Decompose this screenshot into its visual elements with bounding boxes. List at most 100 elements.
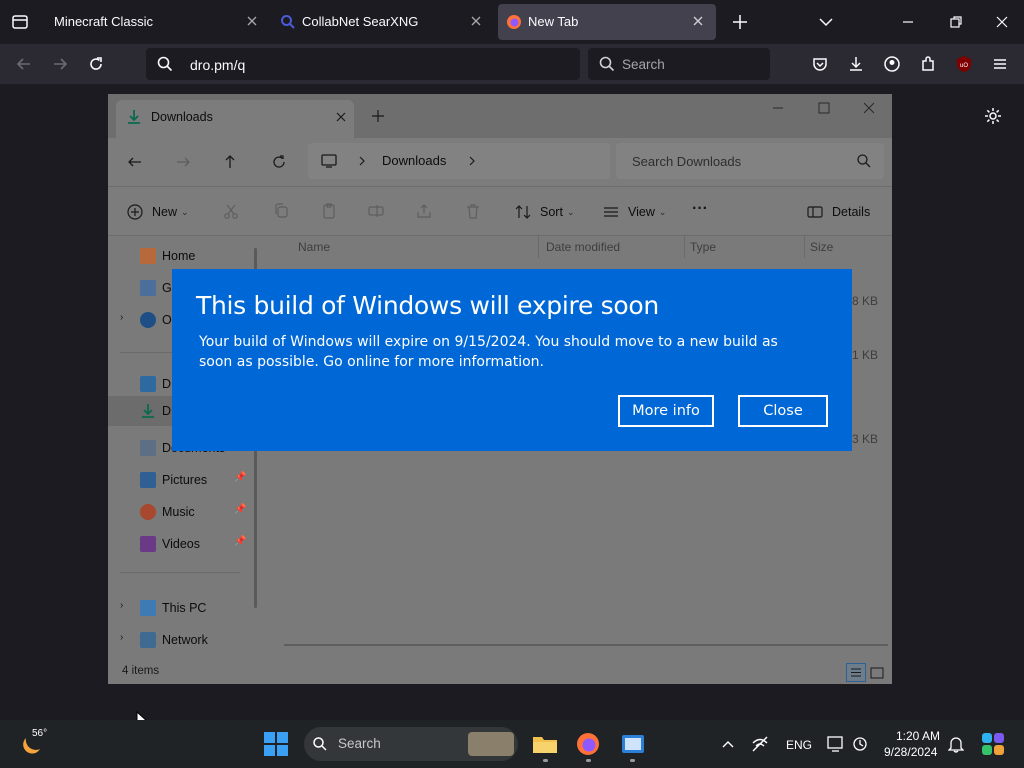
windows-start-icon[interactable]: [263, 731, 289, 757]
reload-icon[interactable]: [86, 54, 106, 74]
cut-icon[interactable]: [222, 202, 240, 220]
sidebar-item-desktop[interactable]: D: [140, 374, 171, 394]
tab-label: New Tab: [528, 14, 579, 29]
rename-icon[interactable]: [367, 202, 385, 220]
details-pane-button[interactable]: Details: [806, 201, 876, 223]
sidebar-item-onedrive[interactable]: O: [140, 310, 172, 330]
extensions-icon[interactable]: [918, 54, 938, 74]
app-window-icon[interactable]: [620, 732, 646, 756]
list-all-tabs-chevron-icon[interactable]: [816, 12, 836, 32]
plus-circle-icon: [127, 204, 143, 220]
sidebar-item-videos[interactable]: Videos: [140, 534, 200, 554]
documents-icon: [140, 440, 156, 456]
copilot-icon[interactable]: [980, 731, 1006, 757]
tab-list-icon[interactable]: [10, 12, 30, 32]
sidebar-item-home[interactable]: Home: [140, 246, 195, 266]
hamburger-menu-icon[interactable]: [990, 54, 1010, 74]
chevron-right-icon[interactable]: ›: [120, 632, 130, 643]
share-icon[interactable]: [415, 202, 433, 220]
tab-new-tab[interactable]: New Tab: [498, 4, 716, 40]
sidebar-item-gallery[interactable]: G: [140, 278, 172, 298]
clock-date[interactable]: 9/28/2024: [884, 745, 937, 759]
account-icon[interactable]: [882, 54, 902, 74]
delete-trash-icon[interactable]: [464, 202, 482, 220]
chevron-right-icon[interactable]: [356, 155, 368, 167]
view-button[interactable]: View ⌄: [602, 201, 668, 223]
chevron-right-icon[interactable]: ›: [120, 312, 130, 323]
add-tab-plus-icon[interactable]: [370, 108, 386, 124]
sidebar-item-network[interactable]: Network: [140, 630, 208, 650]
back-arrow-icon[interactable]: [126, 153, 144, 171]
sidebar-item-this-pc[interactable]: This PC: [140, 598, 206, 618]
new-tab-plus-icon[interactable]: [730, 12, 750, 32]
battery-saver-icon[interactable]: [852, 735, 872, 753]
explorer-search-box[interactable]: Search Downloads: [616, 143, 884, 179]
gear-icon[interactable]: [983, 106, 1003, 126]
details-view-icon[interactable]: [846, 663, 866, 682]
music-icon: [140, 504, 156, 520]
forward-arrow-icon[interactable]: [174, 153, 192, 171]
notification-bell-icon[interactable]: [948, 735, 964, 753]
clock-time[interactable]: 1:20 AM: [896, 729, 940, 743]
restore-icon[interactable]: [946, 12, 966, 32]
file-explorer-folder-icon[interactable]: [531, 732, 559, 756]
horizontal-scrollbar[interactable]: [284, 644, 888, 646]
minimize-icon[interactable]: [770, 100, 786, 116]
breadcrumb[interactable]: Downloads: [382, 153, 446, 168]
up-arrow-icon[interactable]: [221, 153, 239, 171]
new-button[interactable]: New ⌄: [126, 201, 204, 223]
downloads-icon[interactable]: [846, 54, 866, 74]
network-offline-icon[interactable]: [750, 735, 770, 753]
copy-icon[interactable]: [272, 202, 290, 220]
chevron-up-icon[interactable]: [720, 736, 736, 752]
url-bar[interactable]: dro.pm/q: [146, 48, 580, 80]
back-arrow-icon[interactable]: [14, 54, 34, 74]
sort-button[interactable]: Sort ⌄: [514, 201, 578, 223]
column-header-date[interactable]: Date modified: [546, 240, 620, 254]
browser-search-bar[interactable]: Search: [588, 48, 770, 80]
sidebar-item-label: D: [162, 377, 172, 391]
pocket-icon[interactable]: [810, 54, 830, 74]
ublock-origin-icon[interactable]: uO: [954, 54, 974, 74]
pin-icon: 📌: [234, 504, 247, 515]
column-header-type[interactable]: Type: [690, 240, 716, 254]
new-label: New: [152, 205, 178, 219]
sidebar-item-downloads[interactable]: D: [140, 401, 171, 421]
forward-arrow-icon[interactable]: [50, 54, 70, 74]
sidebar-item-pictures[interactable]: Pictures: [140, 470, 207, 490]
display-icon[interactable]: [826, 735, 846, 753]
explorer-tab-downloads[interactable]: Downloads: [116, 100, 354, 138]
close-tab-icon[interactable]: [334, 110, 348, 124]
minimize-icon[interactable]: [898, 12, 918, 32]
more-options-icon[interactable]: ···: [692, 200, 714, 220]
sidebar-item-music[interactable]: Music: [140, 502, 195, 522]
sidebar-item-label: O: [162, 313, 172, 327]
expiry-notification-dialog: This build of Windows will expire soon Y…: [172, 269, 852, 451]
close-button[interactable]: Close: [738, 395, 828, 427]
tab-minecraft-classic[interactable]: Minecraft Classic: [42, 4, 270, 40]
download-arrow-icon: [126, 109, 142, 125]
tab-collabnet-searxng[interactable]: CollabNet SearXNG: [272, 4, 494, 40]
paste-icon[interactable]: [320, 202, 338, 220]
close-window-icon[interactable]: [861, 100, 877, 116]
address-bar[interactable]: Downloads: [308, 143, 610, 179]
sidebar-item-label: Pictures: [162, 473, 208, 487]
taskbar-search-box[interactable]: Search: [304, 727, 518, 761]
maximize-icon[interactable]: [816, 100, 832, 116]
search-icon: [156, 55, 174, 73]
column-header-size[interactable]: Size: [810, 240, 833, 254]
language-indicator[interactable]: ENG: [786, 738, 812, 752]
chevron-right-icon[interactable]: [466, 155, 478, 167]
large-icons-view-icon[interactable]: [868, 664, 886, 682]
search-icon: [312, 736, 328, 752]
close-window-icon[interactable]: [992, 12, 1012, 32]
firefox-icon[interactable]: [576, 732, 600, 756]
more-info-button[interactable]: More info: [618, 395, 714, 427]
close-tab-icon[interactable]: [690, 13, 706, 29]
close-tab-icon[interactable]: [244, 13, 260, 29]
chevron-right-icon[interactable]: ›: [120, 600, 130, 611]
column-header-name[interactable]: Name: [298, 240, 330, 254]
close-tab-icon[interactable]: [468, 13, 484, 29]
refresh-icon[interactable]: [270, 153, 288, 171]
explorer-command-bar: New ⌄ Sort ⌄ View ⌄ ··· Details: [108, 186, 892, 236]
